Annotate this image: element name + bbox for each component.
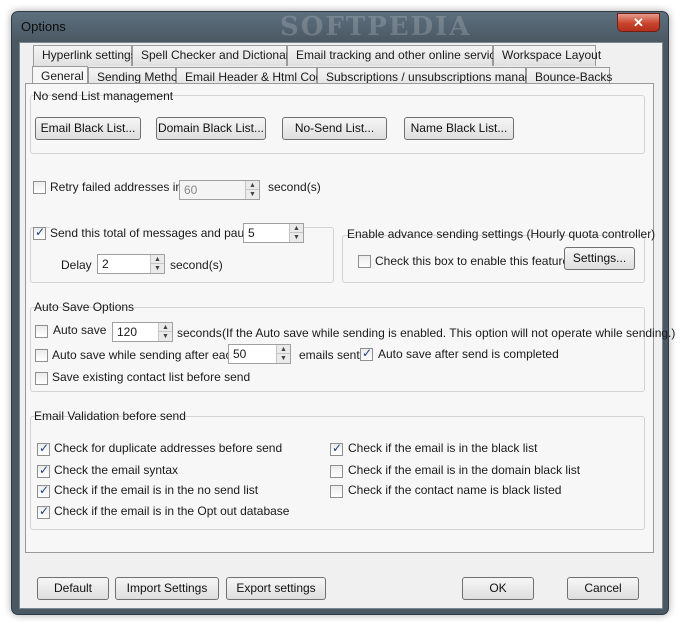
pause-count-spinner[interactable]: 5 ▲ ▼ xyxy=(243,223,304,243)
ok-button[interactable]: OK xyxy=(462,577,534,600)
autosave-seconds-value: 120 xyxy=(117,325,138,339)
export-settings-button[interactable]: Export settings xyxy=(226,577,326,600)
spinner-down-icon[interactable]: ▼ xyxy=(246,190,259,199)
retry-failed-label: Retry failed addresses in xyxy=(50,180,183,194)
email-black-list-button[interactable]: Email Black List... xyxy=(35,117,141,140)
retry-seconds-spinner[interactable]: 60 ▲ ▼ xyxy=(179,180,260,200)
check-no-send-list-checkbox[interactable] xyxy=(37,483,50,498)
retry-failed-checkbox[interactable] xyxy=(33,181,46,194)
check-syntax-label: Check the email syntax xyxy=(54,463,179,477)
spinner-up-icon[interactable]: ▲ xyxy=(246,181,259,190)
autosave-checkbox[interactable] xyxy=(35,325,48,338)
title-bar[interactable]: Options SOFTPEDIA ✕ xyxy=(12,12,668,42)
spinner-up-icon[interactable]: ▲ xyxy=(290,224,303,233)
check-domain-black-list-label: Check if the email is in the domain blac… xyxy=(348,463,581,477)
no-send-list-button[interactable]: No-Send List... xyxy=(282,117,387,140)
autosave-seconds-spinner[interactable]: 120 ▲ ▼ xyxy=(112,322,173,342)
autosave-seconds-unit: seconds xyxy=(177,326,222,340)
check-opt-out-checkbox[interactable] xyxy=(37,504,50,519)
autosave-emails-spinner[interactable]: 50 ▲ ▼ xyxy=(228,344,291,364)
emails-sent-label: emails sent xyxy=(299,348,360,362)
close-button[interactable]: ✕ xyxy=(617,13,660,32)
spinner-arrows[interactable]: ▲ ▼ xyxy=(150,255,164,273)
check-black-list-checkbox[interactable] xyxy=(330,441,343,456)
delay-spinner[interactable]: 2 ▲ ▼ xyxy=(97,254,165,274)
check-opt-out-label: Check if the email is in the Opt out dat… xyxy=(54,504,290,518)
delay-value: 2 xyxy=(102,257,109,271)
softpedia-watermark: SOFTPEDIA xyxy=(280,12,472,42)
check-duplicates-label: Check for duplicate addresses before sen… xyxy=(54,441,283,455)
check-syntax-checkbox[interactable] xyxy=(37,463,50,478)
check-domain-black-list-checkbox[interactable] xyxy=(330,465,343,478)
cancel-button[interactable]: Cancel xyxy=(567,577,639,600)
spinner-up-icon[interactable]: ▲ xyxy=(277,345,290,354)
default-button[interactable]: Default xyxy=(37,577,109,600)
spinner-arrows[interactable]: ▲ ▼ xyxy=(158,323,172,341)
autosave-label: Auto save xyxy=(53,323,107,337)
retry-seconds-value: 60 xyxy=(184,183,198,197)
check-name-black-list-checkbox[interactable] xyxy=(330,485,343,498)
window-title: Options xyxy=(21,19,66,34)
spinner-down-icon[interactable]: ▼ xyxy=(151,264,164,273)
retry-unit-label: second(s) xyxy=(268,180,321,194)
close-icon: ✕ xyxy=(633,15,644,30)
spinner-arrows[interactable]: ▲ ▼ xyxy=(289,224,303,242)
spinner-arrows[interactable]: ▲ ▼ xyxy=(245,181,259,199)
autosave-while-sending-label: Auto save while sending after each xyxy=(52,348,239,362)
enable-advanced-checkbox[interactable] xyxy=(358,255,371,268)
delay-label: Delay xyxy=(61,258,92,272)
spinner-up-icon[interactable]: ▲ xyxy=(159,323,172,332)
autosave-group-title: Auto Save Options xyxy=(34,300,135,314)
autosave-emails-value: 50 xyxy=(233,347,247,361)
pause-count-value: 5 xyxy=(248,226,255,240)
import-settings-button[interactable]: Import Settings xyxy=(115,577,219,600)
autosave-note: (If the Auto save while sending is enabl… xyxy=(222,326,676,340)
check-black-list-label: Check if the email is in the black list xyxy=(348,441,538,455)
validation-group-title: Email Validation before send xyxy=(34,409,186,423)
spinner-down-icon[interactable]: ▼ xyxy=(290,233,303,242)
autosave-after-send-checkbox[interactable] xyxy=(360,346,373,361)
spinner-up-icon[interactable]: ▲ xyxy=(151,255,164,264)
advanced-settings-button[interactable]: Settings... xyxy=(564,247,635,270)
spinner-arrows[interactable]: ▲ ▼ xyxy=(276,345,290,363)
nosend-group-title: No send List management xyxy=(33,89,174,103)
save-existing-contacts-checkbox[interactable] xyxy=(35,372,48,385)
spinner-down-icon[interactable]: ▼ xyxy=(277,354,290,363)
send-total-pause-checkbox[interactable] xyxy=(33,225,46,240)
autosave-after-send-label: Auto save after send is completed xyxy=(378,347,559,361)
name-black-list-button[interactable]: Name Black List... xyxy=(404,117,514,140)
autosave-while-sending-checkbox[interactable] xyxy=(35,349,48,362)
send-total-pause-label: Send this total of messages and pause xyxy=(50,226,260,240)
advanced-sending-title: Enable advance sending settings (Hourly … xyxy=(347,227,656,241)
spinner-down-icon[interactable]: ▼ xyxy=(159,332,172,341)
check-no-send-list-label: Check if the email is in the no send lis… xyxy=(54,483,259,497)
save-existing-contacts-label: Save existing contact list before send xyxy=(52,370,251,384)
delay-unit-label: second(s) xyxy=(170,258,223,272)
enable-advanced-label: Check this box to enable this feature xyxy=(375,254,570,268)
check-name-black-list-label: Check if the contact name is black liste… xyxy=(348,483,562,497)
check-duplicates-checkbox[interactable] xyxy=(37,441,50,456)
domain-black-list-button[interactable]: Domain Black List... xyxy=(156,117,266,140)
